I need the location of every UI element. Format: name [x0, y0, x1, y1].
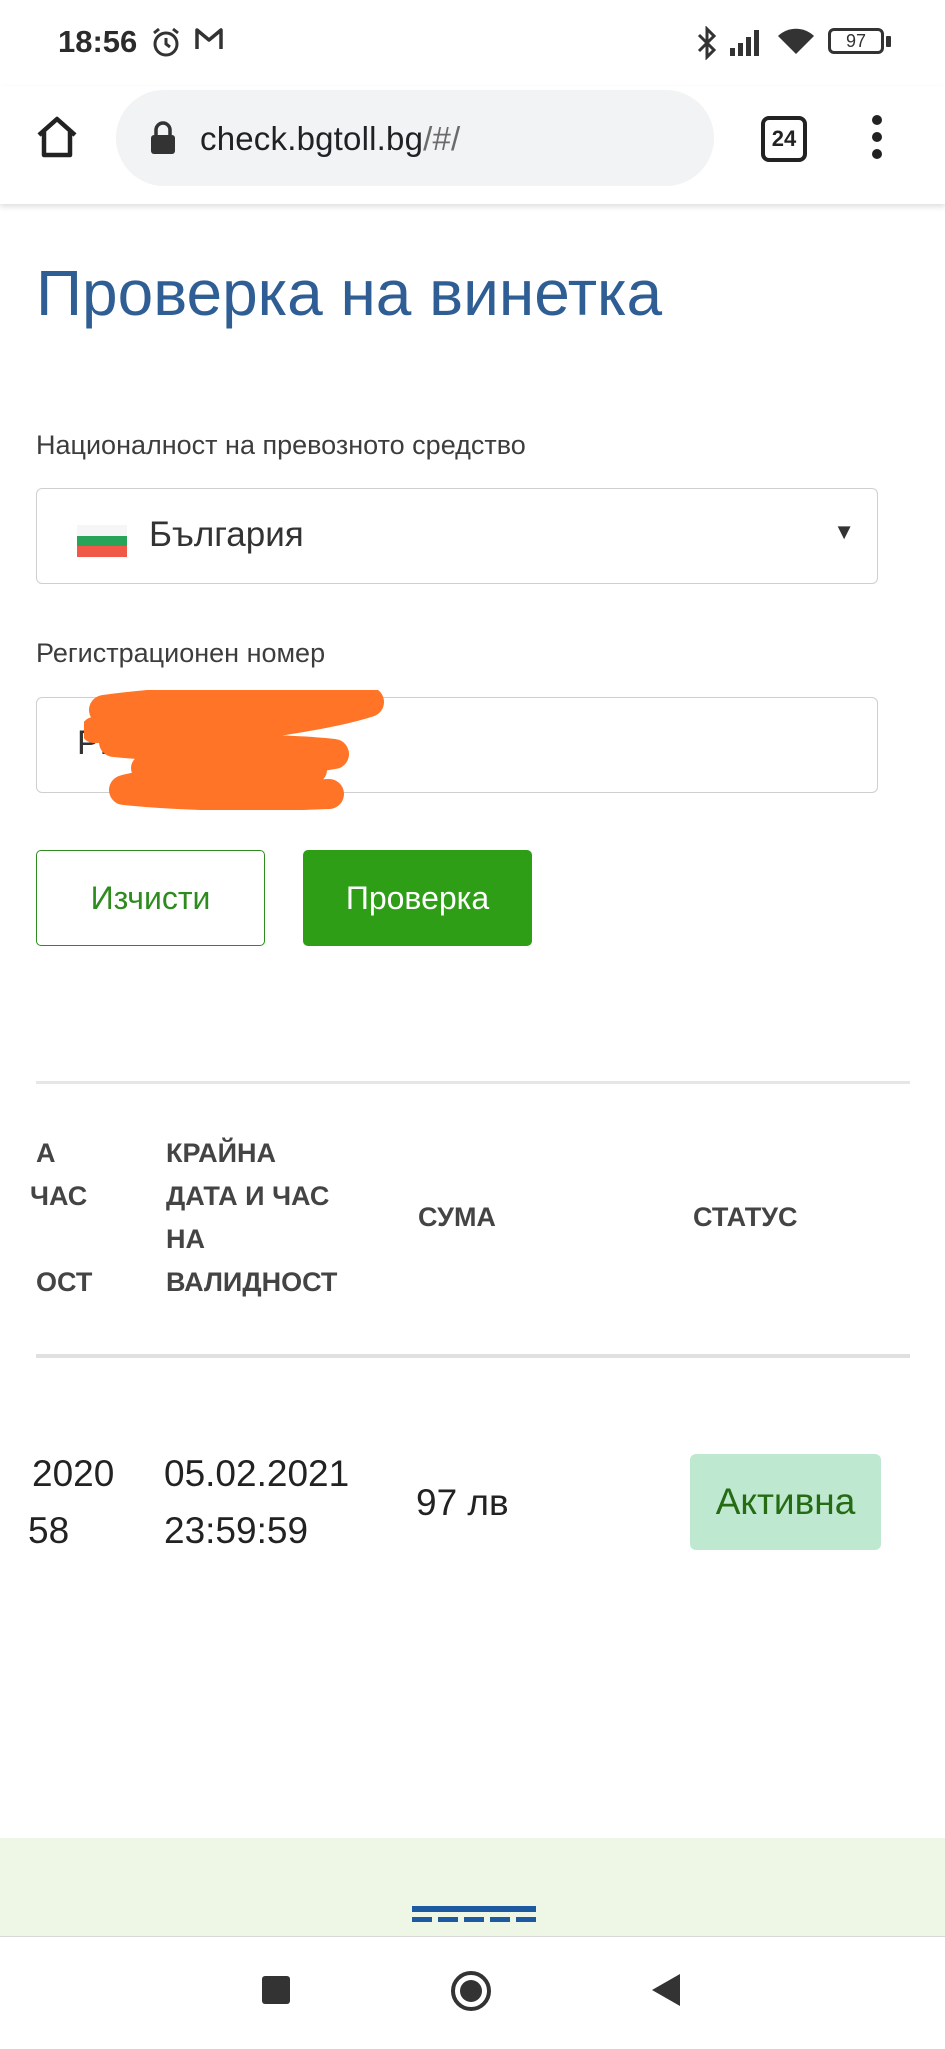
page-title: Проверка на винетка	[36, 257, 663, 329]
recents-square-icon[interactable]	[262, 1976, 290, 2004]
home-circle-icon[interactable]	[450, 1970, 492, 2012]
registration-label: Регистрационен номер	[36, 638, 326, 668]
footer-logo-icon	[412, 1906, 536, 1922]
nationality-label: Националност на превозното средство	[36, 430, 526, 460]
td-end-time: 23:59:59	[164, 1510, 309, 1551]
url-path: /#/	[423, 120, 461, 157]
clear-button[interactable]: Изчисти	[36, 850, 265, 946]
table-top-rule	[36, 1081, 910, 1084]
th-end-line4: ВАЛИДНОСТ	[166, 1267, 338, 1297]
flag-bulgaria-icon	[77, 525, 127, 557]
th-start-line2: ЧАС	[30, 1181, 88, 1211]
tabs-icon[interactable]: 24	[761, 116, 807, 162]
wifi-icon	[778, 28, 814, 54]
table-header-rule	[36, 1354, 910, 1358]
nationality-value: България	[149, 515, 304, 554]
back-triangle-icon[interactable]	[650, 1972, 682, 2008]
lock-icon[interactable]	[148, 120, 178, 156]
th-status: СТАТУС	[693, 1202, 798, 1232]
td-start-date: 2020	[32, 1453, 115, 1494]
th-amount: СУМА	[418, 1202, 496, 1232]
td-end-date: 05.02.2021	[164, 1453, 350, 1494]
dropdown-arrow-icon: ▼	[833, 519, 855, 544]
signal-icon	[730, 30, 759, 56]
battery-tip	[886, 36, 891, 47]
td-amount: 97 лв	[416, 1482, 509, 1523]
bluetooth-icon	[697, 26, 717, 60]
url-host: check.bgtoll.bg	[200, 120, 424, 157]
more-vert-icon[interactable]	[870, 114, 884, 160]
alarm-icon	[153, 27, 179, 57]
status-time: 18:56	[58, 24, 138, 59]
th-end-line1: КРАЙНА	[166, 1138, 277, 1168]
th-end-line2: ДАТА И ЧАС	[166, 1181, 330, 1211]
th-start-line1: А	[36, 1138, 56, 1168]
status-badge: Активна	[690, 1454, 881, 1550]
gmail-icon	[195, 28, 223, 49]
redaction-scribble	[84, 690, 384, 810]
check-button[interactable]: Проверка	[303, 850, 532, 946]
th-start-line4: ОСТ	[36, 1267, 93, 1297]
battery-icon: 97	[828, 28, 884, 54]
th-end-line3: НА	[166, 1224, 205, 1254]
url-text[interactable]: check.bgtoll.bg/#/	[200, 120, 460, 158]
td-start-time: 58	[28, 1510, 70, 1551]
nationality-select[interactable]: България ▼	[36, 488, 878, 584]
home-icon[interactable]	[34, 114, 80, 160]
